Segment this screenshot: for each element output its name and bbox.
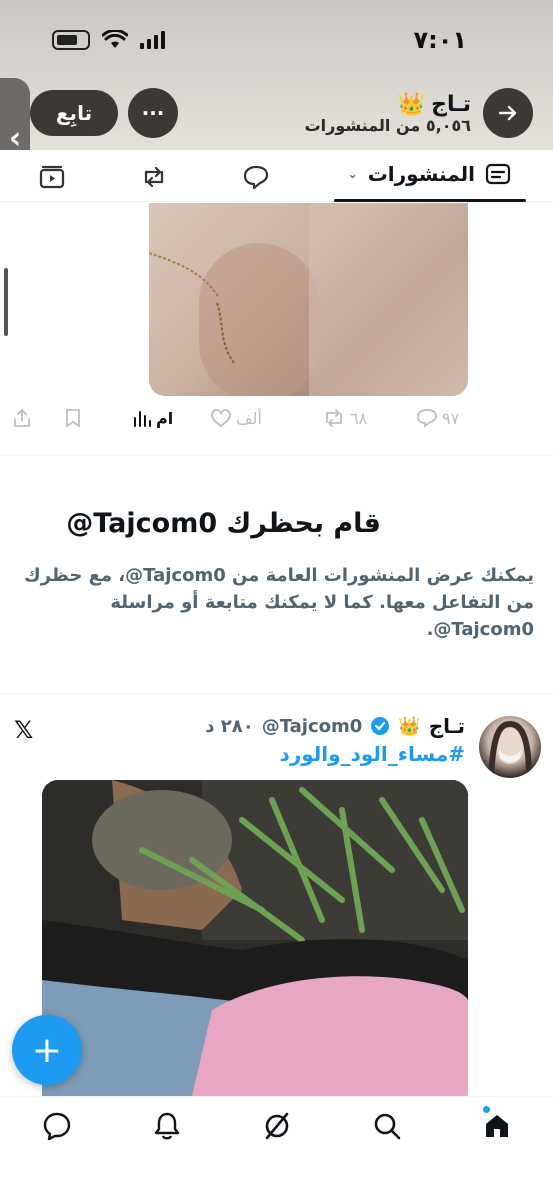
like-icon: [211, 409, 231, 428]
notifications-icon[interactable]: [152, 1111, 182, 1141]
status-time: ٧:٠١: [413, 26, 467, 54]
replies-tab-icon[interactable]: [242, 164, 270, 190]
views-icon: [134, 411, 151, 427]
post2-image-content: [42, 780, 468, 1096]
views-button[interactable]: ام: [132, 408, 173, 428]
chevron-down-icon: ⌄: [347, 167, 358, 181]
blocked-description: يمكنك عرض المنشورات العامة من Tajcom0@، …: [24, 565, 534, 640]
post2-header: تـاج 👑 Tajcom0@ ٢٨٠ د: [205, 714, 465, 738]
views-count: ام: [156, 408, 174, 428]
post2-author-name[interactable]: تـاج: [429, 714, 465, 738]
posts-count: ٥,٠٥٦ من المنشورات: [304, 116, 471, 135]
blocked-title: قام بحظرك Tajcom0@: [66, 508, 381, 539]
reply-icon: [417, 409, 437, 428]
post1-actions: ٩٧ ٦٨ ألف ام: [0, 400, 553, 440]
battery-icon: [52, 30, 90, 50]
like-count: ألف: [236, 408, 262, 428]
tab-underline: [334, 199, 526, 202]
reply-count: ٩٧: [442, 408, 460, 428]
messages-icon[interactable]: [42, 1111, 72, 1141]
search-icon[interactable]: [372, 1111, 402, 1141]
verified-icon: [371, 717, 390, 735]
avatar[interactable]: [479, 716, 541, 778]
x-logo-icon[interactable]: 𝕏: [14, 716, 33, 744]
crown-emoji: 👑: [397, 92, 426, 117]
profile-header: ٧:٠١ 👑 تـاج ٥,٠٥٦ من المنشورات ··· تابِع: [0, 0, 553, 150]
reply-button[interactable]: ٩٧: [416, 408, 459, 428]
share-button[interactable]: [12, 408, 32, 428]
bookmark-icon: [66, 409, 80, 428]
repost-icon: [326, 409, 342, 427]
profile-name: 👑 تـاج: [398, 92, 471, 117]
wifi-icon: [102, 30, 128, 48]
arrow-right-icon: [498, 105, 517, 121]
grok-icon[interactable]: [262, 1111, 292, 1141]
more-button[interactable]: ···: [128, 88, 178, 138]
divider: [0, 455, 553, 456]
post2-hashtag[interactable]: #مساء_الود_والورد: [279, 742, 465, 766]
avatar-image: [488, 720, 532, 778]
post2-image[interactable]: [42, 780, 468, 1096]
post1-image-content: [149, 203, 468, 396]
posts-tab-icon: [485, 163, 511, 185]
follow-button[interactable]: تابِع: [30, 90, 118, 136]
post2-handle[interactable]: Tajcom0@: [262, 716, 363, 737]
bottom-nav: [0, 1096, 553, 1200]
repost-button[interactable]: ٦٨: [322, 408, 367, 428]
back-button[interactable]: [483, 88, 533, 138]
tab-posts[interactable]: ⌄ المنشورات: [344, 162, 511, 186]
reposts-tab-icon[interactable]: [140, 164, 168, 190]
media-tab-icon[interactable]: [38, 164, 66, 190]
like-button[interactable]: ألف: [210, 408, 262, 428]
tab-posts-label: المنشورات: [367, 162, 475, 186]
more-icon: ···: [141, 101, 165, 125]
scroll-indicator: [4, 268, 8, 336]
profile-tabs: ⌄ المنشورات: [0, 150, 553, 202]
home-icon[interactable]: [482, 1111, 512, 1141]
status-icons: [52, 30, 165, 50]
divider: [0, 693, 553, 694]
compose-button[interactable]: +: [12, 1015, 82, 1085]
repost-count: ٦٨: [350, 408, 368, 428]
share-icon: [14, 408, 30, 427]
post2-time: ٢٨٠ د: [205, 715, 254, 737]
profile-name-text: تـاج: [431, 92, 471, 117]
post1-image[interactable]: [149, 203, 468, 396]
bookmark-button[interactable]: [64, 408, 82, 428]
signal-icon: [140, 31, 165, 49]
crown-emoji: 👑: [398, 715, 421, 737]
